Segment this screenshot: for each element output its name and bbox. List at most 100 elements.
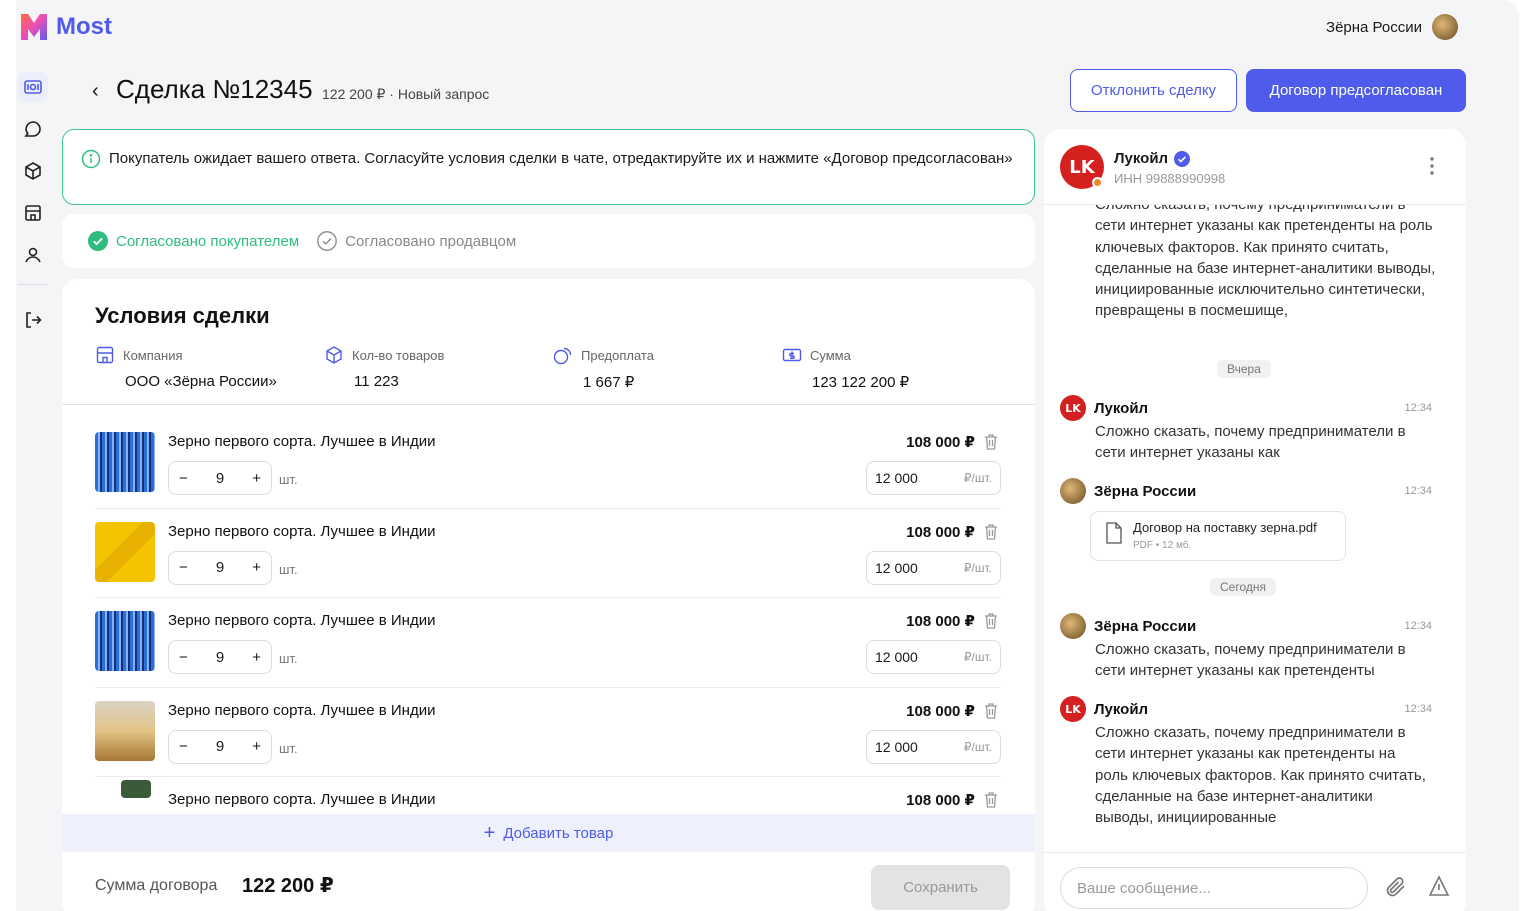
author-avatar	[1060, 613, 1086, 639]
stat-quantity: Кол-во товаров 11 223	[324, 345, 553, 391]
more-icon[interactable]	[1430, 157, 1434, 175]
rail-deals[interactable]	[18, 72, 48, 102]
chat-message: LK Лукойл 12:34 Сложно сказать, почему п…	[1060, 395, 1432, 464]
quantity-stepper[interactable]: − 9 +	[168, 640, 272, 674]
stat-quantity-label: Кол-во товаров	[352, 347, 445, 363]
trash-icon[interactable]	[983, 791, 999, 809]
chat-header: LK Лукойл ИНН 99888990998	[1044, 129, 1466, 205]
product-name: Зерно первого сорта. Лучшее в Индии	[168, 433, 436, 450]
price-value: 12 000	[875, 559, 918, 576]
quantity-value[interactable]: 9	[216, 649, 224, 666]
left-rail	[18, 72, 48, 347]
message-author: Лукойл	[1094, 399, 1149, 417]
minus-icon[interactable]: −	[179, 649, 188, 666]
back-button[interactable]: ‹	[92, 80, 99, 103]
price-input[interactable]: 12 000 ₽/шт.	[866, 640, 1001, 674]
verified-icon	[1174, 150, 1191, 167]
chat-message: LK Лукойл 12:34 Сложно сказать, почему п…	[1060, 696, 1432, 828]
message-time: 12:34	[1404, 402, 1432, 414]
add-product-button[interactable]: + Добавить товар	[62, 814, 1035, 852]
chat-message: Зёрна России 12:34	[1060, 478, 1432, 504]
online-indicator	[1092, 177, 1103, 188]
product-row: Зерно первого сорта. Лучшее в Индии −9 + …	[95, 688, 1001, 777]
quantity-value[interactable]: 9	[216, 470, 224, 487]
price-value: 12 000	[875, 649, 918, 665]
message-author: Зёрна России	[1094, 482, 1197, 500]
quantity-value[interactable]: 9	[216, 559, 224, 576]
file-name: Договор на поставку зерна.pdf	[1133, 520, 1317, 535]
product-name: Зерно первого сорта. Лучшее в Индии	[168, 612, 436, 629]
stat-sum-value: 123 122 200 ₽	[812, 374, 910, 391]
status-buyer-label: Согласовано покупателем	[116, 232, 300, 250]
chat-icon	[24, 121, 41, 137]
save-button[interactable]: Сохранить	[871, 865, 1010, 910]
product-image	[95, 700, 155, 761]
attach-icon[interactable]	[1384, 875, 1408, 899]
chat-company-inn: ИНН 99888990998	[1114, 171, 1226, 186]
quantity-unit: шт.	[279, 561, 298, 577]
quantity-stepper[interactable]: − 9 +	[168, 461, 272, 495]
user-menu[interactable]: Зёрна России	[1326, 14, 1458, 40]
app-logo[interactable]: Most	[18, 11, 112, 43]
quantity-stepper[interactable]: − 9 +	[168, 550, 272, 585]
trash-icon[interactable]	[983, 523, 999, 541]
file-attachment[interactable]: Договор на поставку зерна.pdf PDF • 12 м…	[1090, 511, 1346, 561]
box-icon	[25, 162, 41, 180]
rail-chat[interactable]	[18, 114, 48, 144]
minus-icon[interactable]: −	[179, 559, 188, 576]
chat-company[interactable]: Лукойл	[1114, 150, 1191, 167]
logo-icon	[18, 11, 50, 43]
price-value: 12 000	[875, 470, 918, 486]
store-icon	[25, 205, 41, 221]
rail-logout[interactable]	[18, 305, 48, 335]
contract-sum-label: Сумма договора	[95, 877, 218, 894]
trash-icon[interactable]	[983, 702, 999, 720]
store-icon	[96, 346, 114, 364]
file-meta: PDF • 12 мб.	[1133, 540, 1192, 551]
price-unit: ₽/шт.	[963, 560, 992, 575]
rail-store[interactable]	[18, 198, 48, 228]
decline-deal-button[interactable]: Отклонить сделку	[1070, 69, 1237, 112]
rail-profile[interactable]	[18, 240, 48, 270]
alert-text: Покупатель ожидает вашего ответа. Соглас…	[109, 150, 1013, 167]
product-total: 108 000 ₽	[906, 523, 975, 541]
product-image	[95, 432, 155, 492]
plus-icon[interactable]: +	[252, 738, 261, 755]
message-input[interactable]: Ваше сообщение...	[1060, 867, 1368, 909]
quantity-stepper[interactable]: − 9 +	[168, 729, 272, 764]
stat-sum-label: Сумма	[810, 347, 851, 363]
check-filled-icon	[88, 231, 108, 251]
product-name: Зерно первого сорта. Лучшее в Индии	[168, 522, 436, 540]
price-unit: ₽/шт.	[963, 471, 992, 485]
divider	[62, 404, 1035, 405]
product-image	[95, 521, 155, 582]
minus-icon[interactable]: −	[179, 738, 188, 755]
message-text: Сложно сказать, почему предприниматели в…	[1095, 423, 1406, 462]
user-avatar	[1432, 14, 1458, 40]
chat-panel: LK Лукойл ИНН 99888990998 Сложно сказать…	[1044, 129, 1466, 911]
plus-icon[interactable]: +	[252, 470, 261, 487]
send-icon[interactable]	[1428, 875, 1450, 897]
product-name: Зерно первого сорта. Лучшее в Индии	[168, 701, 436, 719]
message-author: Зёрна России	[1094, 617, 1197, 635]
price-input[interactable]: 12 000 ₽/шт.	[866, 550, 1001, 585]
stat-sum: Сумма 123 122 200 ₽	[782, 345, 1011, 391]
price-unit: ₽/шт.	[963, 739, 992, 754]
page-title: Сделка №12345	[116, 74, 313, 104]
product-name: Зерно первого сорта. Лучшее в Индии	[168, 791, 436, 808]
minus-icon[interactable]: −	[179, 470, 188, 487]
product-row: Зерно первого сорта. Лучшее в Индии −9 + …	[95, 598, 1001, 688]
trash-icon[interactable]	[983, 612, 999, 630]
contract-agreed-button[interactable]: Договор предсогласован	[1246, 69, 1466, 112]
plus-icon[interactable]: +	[252, 649, 261, 666]
quantity-value[interactable]: 9	[216, 738, 224, 755]
rail-products[interactable]	[18, 156, 48, 186]
message-composer: Ваше сообщение...	[1044, 852, 1466, 911]
product-total: 108 000 ₽	[906, 792, 975, 809]
price-input[interactable]: 12 000 ₽/шт.	[866, 729, 1001, 764]
price-input[interactable]: 12 000 ₽/шт.	[866, 461, 1001, 495]
file-icon	[1106, 522, 1122, 544]
plus-icon[interactable]: +	[252, 559, 261, 576]
trash-icon[interactable]	[983, 433, 999, 451]
rail-divider	[18, 284, 48, 285]
